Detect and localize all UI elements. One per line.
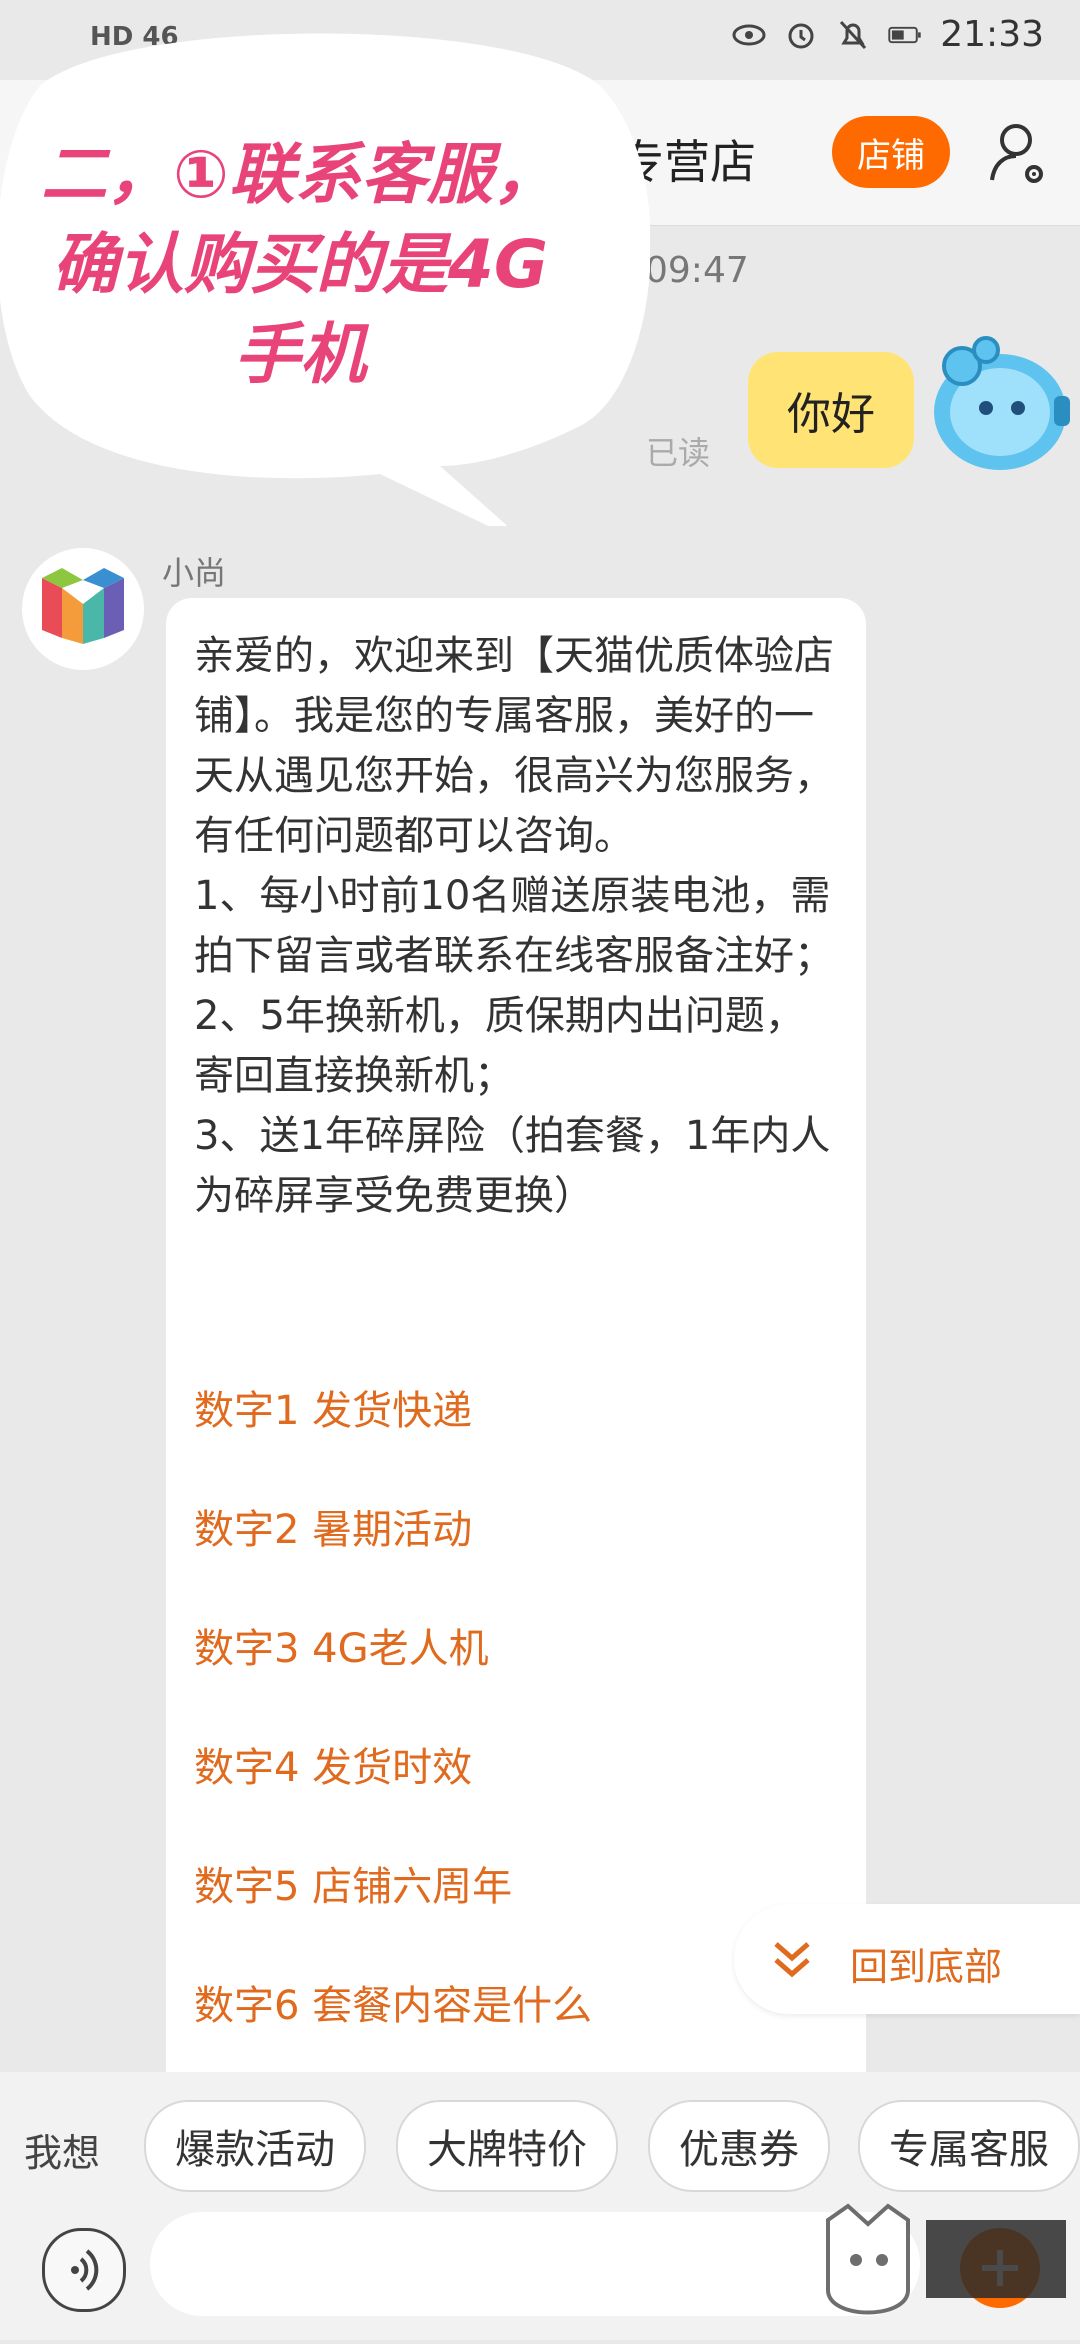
read-status: 已读 — [646, 434, 711, 472]
bell-off-icon — [836, 18, 870, 52]
chip-hot-deals[interactable]: 爆款活动 — [144, 2100, 366, 2192]
chip-exclusive-service[interactable]: 专属客服 — [858, 2100, 1080, 2192]
clock: 21:33 — [940, 14, 1044, 55]
user-settings-icon[interactable] — [984, 118, 1056, 190]
shop-button[interactable]: 店铺 — [832, 116, 950, 188]
option-3[interactable]: 数字3 4G老人机 — [194, 1616, 489, 1674]
option-2[interactable]: 数字2 暑期活动 — [194, 1497, 472, 1555]
bot-avatar[interactable] — [22, 548, 144, 670]
voice-input-button[interactable] — [42, 2228, 126, 2312]
bot-message-text: 亲爱的，欢迎来到【天猫优质体验店铺】。我是您的专属客服，美好的一天从遇见您开始，… — [194, 633, 834, 1219]
double-chevron-down-icon — [774, 1942, 810, 1978]
chip-brand-specials[interactable]: 大牌特价 — [396, 2100, 618, 2192]
eye-icon — [732, 18, 766, 52]
option-4[interactable]: 数字4 发货时效 — [194, 1735, 472, 1793]
voice-icon — [71, 2249, 99, 2291]
my-avatar[interactable] — [926, 336, 1074, 478]
battery-icon — [888, 18, 922, 52]
my-message-bubble[interactable]: 你好 — [748, 352, 914, 468]
option-5[interactable]: 数字5 店铺六周年 — [194, 1854, 512, 1912]
back-to-bottom-label: 回到底部 — [850, 1945, 1003, 1989]
bot-name: 小尚 — [162, 554, 227, 592]
message-input[interactable] — [150, 2212, 920, 2316]
blackcat-watermark — [808, 2200, 1080, 2340]
quick-bar-label: 我想 — [24, 2131, 101, 2175]
alarm-icon — [784, 18, 818, 52]
annotation-text: 二，①联系客服，确认购买的是4G手机 — [41, 136, 559, 393]
option-6[interactable]: 数字6 套餐内容是什么 — [194, 1973, 592, 2031]
chip-coupons[interactable]: 优惠券 — [648, 2100, 830, 2192]
option-1[interactable]: 数字1 发货快递 — [194, 1378, 472, 1436]
back-to-bottom-button[interactable]: 回到底部 — [734, 1904, 1080, 2014]
message-timestamp: 09:47 — [645, 250, 749, 291]
